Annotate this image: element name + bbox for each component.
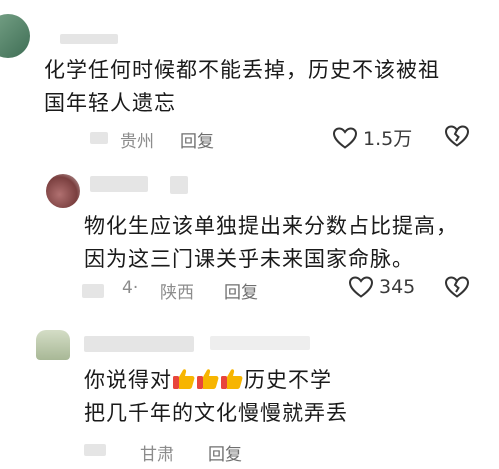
comment-text-end: 历史不学 xyxy=(244,368,332,392)
date-redacted xyxy=(84,444,106,456)
comment-line: 因为这三门课关乎未来国家命脉。 xyxy=(84,247,414,271)
reply-button[interactable]: 回复 xyxy=(180,127,214,152)
username-redacted xyxy=(210,336,310,350)
thumbs-up-emoji-icon xyxy=(196,367,220,391)
avatar[interactable] xyxy=(0,14,30,58)
username-redacted xyxy=(90,176,148,192)
username-redacted xyxy=(84,336,194,352)
dislike-icon[interactable] xyxy=(444,275,470,299)
comment-line: 化学任何时候都不能丢掉，历史不该被祖 xyxy=(44,58,440,82)
thumbs-up-emoji-icon xyxy=(220,367,244,391)
comment-line: 把几千年的文化慢慢就弄丢 xyxy=(84,401,348,425)
comment-text: 物化生应该单独提出来分数占比提高， 因为这三门课关乎未来国家命脉。 xyxy=(84,210,458,276)
date-redacted xyxy=(90,132,108,144)
dislike-icon[interactable] xyxy=(444,124,470,148)
user-badge-redacted xyxy=(170,176,188,194)
comment-3: 你说得对 历史不学 把几千年的文化慢慢就弄丢 甘肃 回复 xyxy=(0,310,499,469)
reply-button[interactable]: 回复 xyxy=(224,278,258,303)
avatar[interactable] xyxy=(46,174,80,208)
location-label: 甘肃 xyxy=(140,445,174,465)
comment-line: 物化生应该单独提出来分数占比提高， xyxy=(84,214,458,238)
comment-line: 你说得对 历史不学 xyxy=(84,364,348,397)
location-label: 陕西 xyxy=(160,283,194,303)
thumbs-up-emoji-icon xyxy=(172,367,196,391)
heart-icon xyxy=(348,275,374,299)
comment-text-start: 你说得对 xyxy=(84,368,172,392)
heart-icon xyxy=(332,126,358,150)
username-redacted xyxy=(60,34,118,44)
like-button[interactable]: 345 xyxy=(348,275,415,299)
location-label: 贵州 xyxy=(120,132,154,152)
like-count: 1.5万 xyxy=(363,128,413,150)
comment-line: 国年轻人遗忘 xyxy=(44,91,176,115)
date-redacted xyxy=(82,284,104,298)
comment-1: 化学任何时候都不能丢掉，历史不该被祖 国年轻人遗忘 贵州 回复 1.5万 xyxy=(0,0,499,152)
avatar[interactable] xyxy=(36,330,70,360)
location-prefix: 4· xyxy=(122,278,139,298)
comment-text: 化学任何时候都不能丢掉，历史不该被祖 国年轻人遗忘 xyxy=(44,54,440,120)
text-redaction-overlay xyxy=(352,364,499,430)
comment-text: 你说得对 历史不学 把几千年的文化慢慢就弄丢 xyxy=(84,364,348,430)
reply-button[interactable]: 回复 xyxy=(208,440,242,465)
comment-2: 物化生应该单独提出来分数占比提高， 因为这三门课关乎未来国家命脉。 4· 陕西 … xyxy=(0,150,499,310)
like-count: 345 xyxy=(379,276,416,298)
like-button[interactable]: 1.5万 xyxy=(332,124,412,151)
